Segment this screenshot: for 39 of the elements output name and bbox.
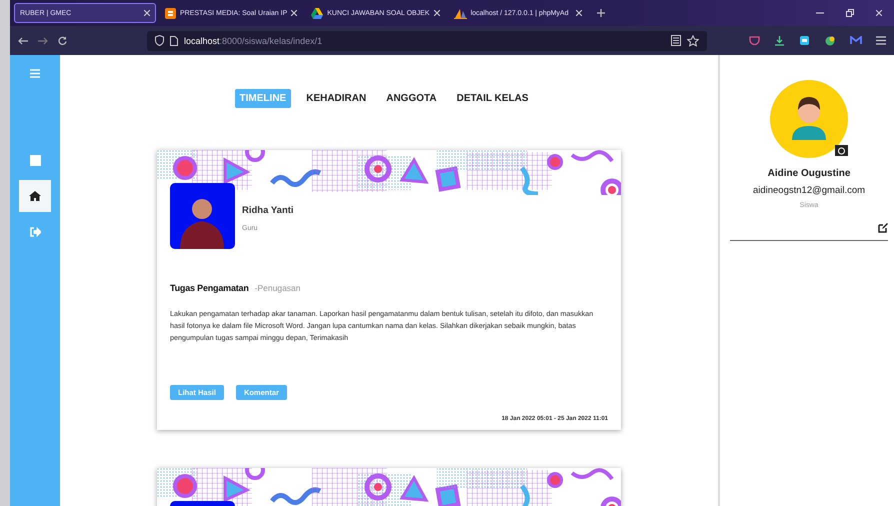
camera-icon[interactable] <box>835 145 848 156</box>
home-icon <box>29 191 41 201</box>
blog-logo-icon <box>165 8 176 18</box>
url-text: localhost:8000/siswa/kelas/index/1 <box>184 36 322 46</box>
triangle-logo-icon <box>311 8 324 18</box>
sidebar-item[interactable] <box>19 180 51 212</box>
close-icon[interactable] <box>291 10 298 16</box>
address-bar[interactable]: localhost:8000/siswa/kelas/index/1 <box>147 30 707 50</box>
extension-icon[interactable] <box>824 35 836 46</box>
nav-tab[interactable]: KEHADIRAN <box>301 89 372 108</box>
author-name: Ridha Yanti <box>242 205 295 216</box>
download-icon[interactable] <box>774 35 785 46</box>
page-icon <box>170 36 178 46</box>
sail-logo-icon <box>454 8 467 18</box>
sign-out-icon <box>30 227 40 237</box>
post-category: -Penugasan <box>254 283 300 293</box>
nav-tab[interactable]: ANGGOTA <box>381 89 442 108</box>
nav-tab[interactable]: DETAIL KELAS <box>452 89 534 108</box>
close-icon[interactable] <box>576 10 582 16</box>
edit-icon[interactable] <box>878 223 888 233</box>
close-icon[interactable] <box>144 10 150 16</box>
close-icon[interactable] <box>876 10 882 16</box>
pocket-icon[interactable] <box>749 36 760 46</box>
profile-name: Aidine Ougustine <box>766 168 852 179</box>
close-icon[interactable] <box>434 10 440 16</box>
back-arrow-icon[interactable] <box>18 36 28 44</box>
photo-placeholder <box>170 183 235 249</box>
reload-icon[interactable] <box>58 36 67 45</box>
reader-view-icon[interactable] <box>671 35 681 46</box>
forward-arrow-icon[interactable] <box>38 36 48 44</box>
menu-icon[interactable] <box>876 36 886 45</box>
post-title: Tugas Pengamatan <box>170 283 249 293</box>
restore-icon[interactable] <box>846 9 854 17</box>
minimize-icon[interactable] <box>816 12 824 14</box>
star-icon[interactable] <box>687 34 699 46</box>
profile-email: aidineogstn12@gmail.com <box>752 185 866 196</box>
shield-icon <box>155 35 164 46</box>
plus-icon[interactable] <box>596 9 605 17</box>
extension-icon[interactable] <box>799 35 810 46</box>
